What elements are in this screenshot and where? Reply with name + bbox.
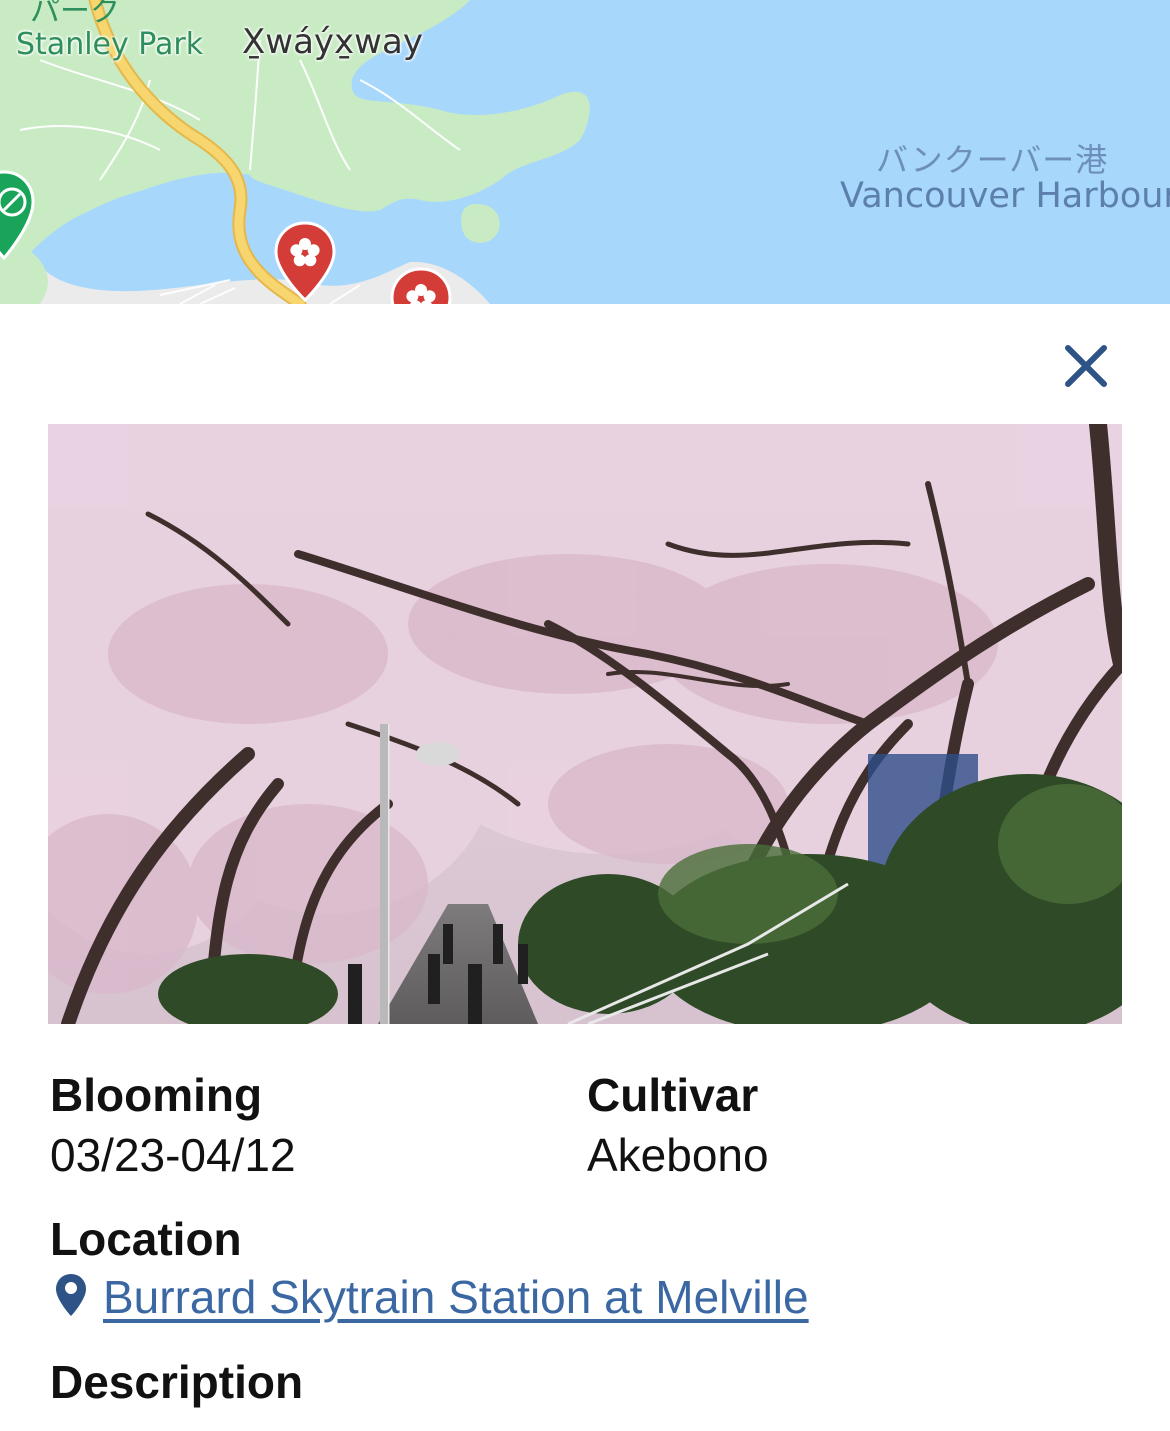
blooming-label: Blooming	[50, 1069, 263, 1121]
cherry-blossom-photo	[48, 424, 1122, 1024]
detail-sheet: Blooming 03/23-04/12 Cultivar Akebono Lo…	[0, 304, 1170, 1431]
close-icon[interactable]	[1060, 340, 1112, 392]
park-pin-icon[interactable]	[0, 170, 36, 262]
cultivar-label: Cultivar	[587, 1069, 759, 1121]
cherry-blossom-pin-icon[interactable]	[272, 220, 338, 304]
location-pin-icon	[56, 1274, 86, 1316]
location-link[interactable]: Burrard Skytrain Station at Melville	[103, 1270, 809, 1324]
cherry-blossom-pin-icon[interactable]	[388, 266, 454, 304]
map-label-stanley-park: Stanley Park	[16, 27, 204, 62]
blooming-value: 03/23-04/12	[50, 1129, 296, 1181]
description-label: Description	[50, 1356, 304, 1408]
cultivar-value: Akebono	[587, 1129, 769, 1181]
map-label-stanley-park-jp: パーク	[30, 0, 120, 29]
map-label-harbour-jp: バンクーバー港	[876, 141, 1109, 179]
map-label-harbour: Vancouver Harbour	[840, 176, 1170, 216]
location-label: Location	[50, 1213, 242, 1265]
map-view[interactable]: パーク Stanley Park X̱wáýx̱way バンクーバー港 Vanc…	[0, 0, 1170, 304]
map-label-xwayxway: X̱wáýx̱way	[242, 22, 423, 62]
